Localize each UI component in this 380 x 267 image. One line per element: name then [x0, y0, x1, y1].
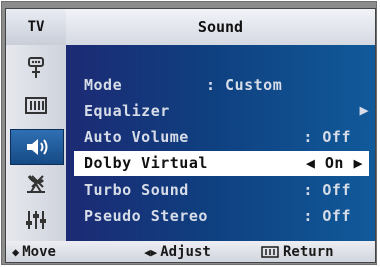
channel-icon[interactable] [12, 169, 60, 199]
osd-screen: TV Sound Mode: Custom Equalizer ▶ Auto … [5, 8, 376, 263]
setup-icon[interactable] [12, 205, 60, 235]
move-icon: ◆ [12, 245, 20, 259]
menu-item-auto-volume[interactable]: Auto Volume : Off [66, 125, 375, 150]
sound-icon[interactable] [10, 129, 64, 165]
source-label: TV [6, 9, 66, 45]
right-arrow-icon[interactable]: ▶ [353, 154, 363, 172]
return-icon [261, 246, 279, 258]
equalizer-arrow-icon: ▶ [359, 101, 369, 119]
dolby-virtual-value: On [324, 154, 344, 172]
menu-item-mode[interactable]: Mode : Custom [66, 73, 375, 98]
return-label: Return [283, 244, 334, 260]
help-move: ◆ Move [12, 244, 56, 260]
adjust-label: Adjust [160, 244, 211, 260]
pseudo-stereo-value: : Off [303, 207, 351, 225]
turbo-sound-label: Turbo Sound [84, 181, 189, 199]
mode-label: Mode [84, 76, 123, 94]
menu-item-pseudo-stereo[interactable]: Pseudo Stereo : Off [66, 204, 375, 229]
help-bar: ◆ Move ◀▶ Adjust Return [6, 241, 375, 262]
menu-item-dolby-virtual[interactable]: Dolby Virtual ◀ On ▶ [74, 151, 369, 176]
turbo-sound-value: : Off [303, 181, 351, 199]
equalizer-label: Equalizer [84, 102, 170, 120]
auto-volume-value: : Off [303, 128, 351, 146]
dolby-virtual-control[interactable]: ◀ On ▶ [306, 154, 363, 172]
tv-frame: TV Sound Mode: Custom Equalizer ▶ Auto … [1, 1, 377, 265]
picture-icon[interactable] [12, 91, 60, 121]
menu-item-turbo-sound[interactable]: Turbo Sound : Off [66, 178, 375, 203]
adjust-icon: ◀▶ [144, 245, 158, 259]
mode-value: : Custom [206, 76, 283, 94]
auto-volume-label: Auto Volume [84, 128, 189, 146]
help-return: Return [260, 244, 334, 260]
sidebar [6, 45, 66, 241]
move-label: Move [22, 244, 56, 260]
menu-item-equalizer[interactable]: Equalizer ▶ [66, 99, 375, 124]
help-adjust: ◀▶ Adjust [144, 244, 211, 260]
pseudo-stereo-label: Pseudo Stereo [84, 207, 208, 225]
sound-menu: Mode : Custom Equalizer ▶ Auto Volume : … [66, 45, 375, 241]
dolby-virtual-label: Dolby Virtual [84, 154, 208, 172]
menu-title: Sound [66, 9, 375, 45]
left-arrow-icon[interactable]: ◀ [306, 154, 316, 172]
input-icon[interactable] [12, 53, 60, 83]
